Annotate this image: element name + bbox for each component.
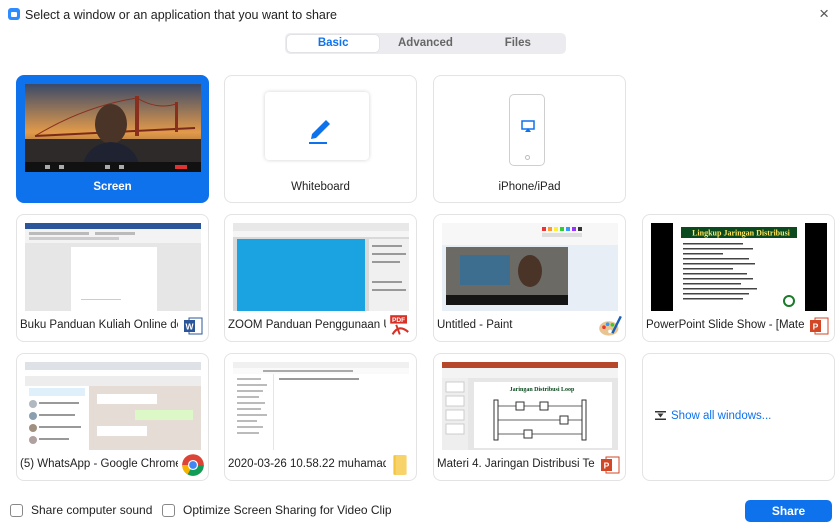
airplay-icon: [521, 120, 535, 132]
share-button[interactable]: Share: [745, 500, 832, 522]
explorer-preview: [233, 362, 409, 450]
window-title: Select a window or an application that y…: [25, 8, 337, 22]
slideshow-preview: Lingkup Jaringan Distribusi: [651, 223, 827, 311]
tile-powerpoint-slideshow[interactable]: Lingkup Jaringan Distribusi PowerPoint S…: [642, 214, 835, 342]
ppt-editor-preview: Jaringan Distribusi Loop: [442, 362, 618, 450]
optimize-video-label: Optimize Screen Sharing for Video Clip: [183, 503, 392, 517]
tile-powerpoint-editor[interactable]: Jaringan Distribusi Loop Materi 4. Jarin…: [433, 353, 626, 481]
optimize-video-option[interactable]: Optimize Screen Sharing for Video Clip: [162, 503, 392, 517]
title-bar: Select a window or an application that y…: [0, 0, 837, 30]
svg-text:PDF: PDF: [392, 317, 405, 324]
tile-label: Buku Panduan Kuliah Online deng...: [20, 319, 178, 331]
folder-icon: [393, 455, 407, 475]
svg-text:Lingkup Jaringan Distribusi: Lingkup Jaringan Distribusi: [692, 229, 791, 238]
tile-iphone-ipad[interactable]: iPhone/iPad: [433, 75, 626, 203]
home-button: [525, 155, 530, 160]
pdf-icon: PDF: [389, 314, 413, 338]
pdf-preview: [233, 223, 409, 311]
tile-label: Whiteboard: [291, 181, 350, 193]
svg-text:P: P: [813, 322, 819, 332]
tab-basic[interactable]: Basic: [287, 35, 380, 52]
optimize-video-checkbox[interactable]: [162, 503, 175, 517]
screen-preview: [25, 84, 201, 172]
tile-label: Untitled - Paint: [437, 319, 513, 331]
tile-paint[interactable]: Untitled - Paint: [433, 214, 626, 342]
svg-text:W: W: [185, 322, 194, 332]
share-tabs: Basic Advanced Files: [285, 33, 566, 54]
share-sound-label: Share computer sound: [31, 503, 153, 517]
whatsapp-preview: [25, 362, 201, 450]
whiteboard-preview: [265, 92, 369, 160]
iphone-preview: [509, 94, 545, 166]
share-sound-checkbox[interactable]: [10, 503, 23, 517]
share-sound-option[interactable]: Share computer sound: [10, 503, 152, 517]
tile-label: ZOOM Panduan Penggunaan Unt...: [228, 319, 386, 331]
tile-label: (5) WhatsApp - Google Chrome: [20, 458, 178, 470]
expand-icon: [655, 411, 666, 421]
powerpoint-icon: P: [810, 317, 829, 335]
svg-text:P: P: [604, 461, 610, 471]
tile-screen[interactable]: Screen: [16, 75, 209, 203]
pen-icon: [309, 120, 330, 144]
word-preview: [25, 223, 201, 311]
show-all-label: Show all windows...: [671, 410, 772, 422]
tile-whatsapp-chrome[interactable]: (5) WhatsApp - Google Chrome: [16, 353, 209, 481]
paint-preview: [442, 223, 618, 311]
tile-label: Materi 4. Jaringan Distribusi Tena...: [437, 458, 595, 470]
tab-files[interactable]: Files: [472, 35, 564, 52]
powerpoint-icon: P: [601, 456, 620, 474]
tile-word-document[interactable]: Buku Panduan Kuliah Online deng... W: [16, 214, 209, 342]
zoom-app-icon: [8, 8, 20, 20]
tile-file-explorer[interactable]: 2020-03-26 10.58.22 muhamad ...: [224, 353, 417, 481]
tab-advanced[interactable]: Advanced: [379, 35, 471, 52]
close-icon[interactable]: ×: [819, 5, 829, 22]
tile-show-all-windows[interactable]: Show all windows...: [642, 353, 835, 481]
tile-pdf-document[interactable]: ZOOM Panduan Penggunaan Unt... PDF: [224, 214, 417, 342]
tile-label: iPhone/iPad: [498, 181, 561, 193]
svg-text:Jaringan Distribusi Loop: Jaringan Distribusi Loop: [510, 387, 575, 393]
chrome-icon: [182, 454, 204, 476]
show-all-windows-link[interactable]: Show all windows...: [655, 410, 771, 422]
tile-label: PowerPoint Slide Show - [Materi ...: [646, 319, 804, 331]
paint-palette-icon: [599, 315, 622, 336]
tile-label: 2020-03-26 10.58.22 muhamad ...: [228, 458, 386, 470]
tile-whiteboard[interactable]: Whiteboard: [224, 75, 417, 203]
tile-label: Screen: [93, 181, 132, 193]
word-icon: W: [184, 317, 203, 335]
